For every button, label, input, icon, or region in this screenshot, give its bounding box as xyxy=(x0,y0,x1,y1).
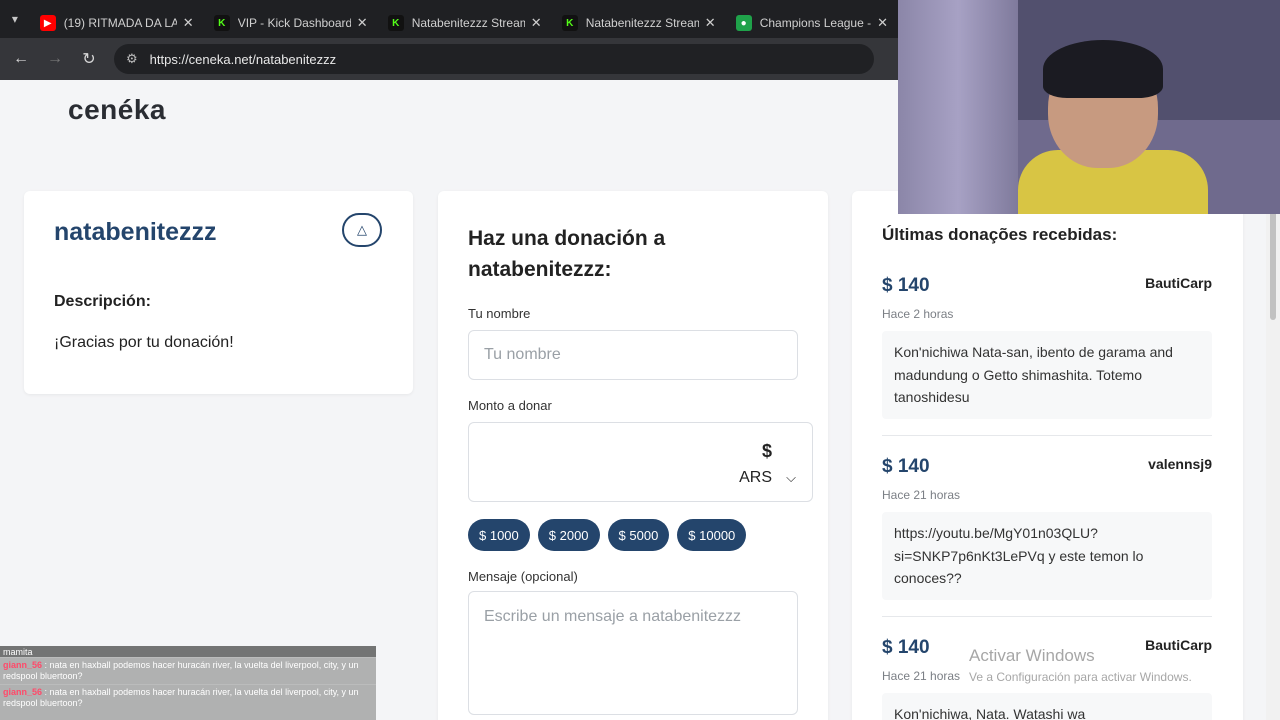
preset-button-2000[interactable]: $ 2000 xyxy=(537,519,600,551)
donation-form-card: Haz una donación a natabenitezzz: Tu nom… xyxy=(438,191,828,720)
message-label: Mensaje (opcional) xyxy=(468,569,578,584)
tab-title: (19) RITMADA DA LA xyxy=(63,16,177,30)
donation-amount: $ 140 xyxy=(882,456,930,477)
site-settings-icon[interactable]: ⚙ xyxy=(126,51,138,67)
donation-title: Haz una donación a natabenitezzz: xyxy=(468,227,666,281)
windows-watermark-title: Activar Windows xyxy=(969,646,1095,665)
preset-amounts: $ 1000 $ 2000 $ 5000 $ 10000 xyxy=(468,519,747,551)
kick-icon: K xyxy=(213,15,230,31)
tab-title: Champions League - xyxy=(759,16,872,30)
tab-title: VIP - Kick Dashboard xyxy=(237,16,351,30)
donation-time: Hace 21 horas xyxy=(882,488,961,502)
kick-icon: K xyxy=(561,15,578,31)
name-placeholder: Tu nombre xyxy=(484,346,561,363)
donation-message: Kon'nichiwa, Nata. Watashi wa xyxy=(882,693,1212,720)
tab-stream-1[interactable]: K Natabenitezzz Stream ✕ xyxy=(378,8,552,38)
back-arrow-icon[interactable]: ← xyxy=(4,42,38,76)
tab-search-chevron-icon[interactable]: ▾ xyxy=(0,0,30,38)
kick-icon: K xyxy=(387,15,404,31)
amount-input[interactable]: $ ARS ⌵ xyxy=(468,422,813,502)
reload-icon[interactable]: ↻ xyxy=(72,42,106,76)
chevron-down-icon[interactable]: ⌵ xyxy=(786,470,796,486)
triangle-alert-icon[interactable]: △ xyxy=(342,213,382,247)
webcam-overlay xyxy=(898,0,1280,214)
close-icon[interactable]: ✕ xyxy=(183,15,194,31)
preset-button-10000[interactable]: $ 10000 xyxy=(677,519,747,551)
name-input[interactable]: Tu nombre xyxy=(468,330,798,380)
profile-card: natabenitezzz △ Descripción: ¡Gracias po… xyxy=(24,191,413,394)
donation-amount: $ 140 xyxy=(882,637,930,658)
close-icon[interactable]: ✕ xyxy=(877,15,888,31)
close-icon[interactable]: ✕ xyxy=(357,15,368,31)
browser-toolbar: ← → ↻ ⚙ https://ceneka.net/natabenitezzz xyxy=(0,38,898,80)
profile-username: natabenitezzz xyxy=(54,218,217,246)
recent-donations-card: Últimas donações recebidas: $ 140 BautiC… xyxy=(852,191,1243,720)
tab-title: Natabenitezzz Stream xyxy=(411,16,525,30)
chat-username: giann_56 xyxy=(3,660,43,670)
description-text: ¡Gracias por tu donación! xyxy=(54,334,234,351)
donor-name: BautiCarp xyxy=(1145,275,1212,291)
message-textarea[interactable]: Escribe un mensaje a natabenitezzz xyxy=(468,591,798,715)
preset-button-1000[interactable]: $ 1000 xyxy=(468,519,530,551)
chat-message: giann_56 : nata en haxball podemos hacer… xyxy=(0,684,376,711)
chat-username: giann_56 xyxy=(3,687,43,697)
recent-donations-title: Últimas donações recebidas: xyxy=(882,225,1118,244)
chat-text: : nata en haxball podemos hacer huracán … xyxy=(3,687,359,708)
stream-chat-overlay: mamita giann_56 : nata en haxball podemo… xyxy=(0,646,376,720)
webcam-person-hair xyxy=(1043,40,1163,98)
donation-message: https://youtu.be/MgY01n03QLU?si=SNKP7p6n… xyxy=(882,512,1212,600)
message-placeholder: Escribe un mensaje a natabenitezzz xyxy=(484,608,742,625)
youtube-icon: ▶ xyxy=(39,15,56,31)
divider xyxy=(882,616,1212,617)
amount-label: Monto a donar xyxy=(468,398,552,413)
currency-select[interactable]: ARS xyxy=(739,469,772,487)
chat-message: giann_56 : nata en haxball podemos hacer… xyxy=(0,657,376,684)
description-label: Descripción: xyxy=(54,293,151,310)
chat-text: : nata en haxball podemos hacer huracán … xyxy=(3,660,359,681)
url-text: https://ceneka.net/natabenitezzz xyxy=(149,51,337,67)
donor-name: BautiCarp xyxy=(1145,637,1212,653)
close-icon[interactable]: ✕ xyxy=(705,15,716,31)
windows-watermark-subtitle: Ve a Configuración para activar Windows. xyxy=(969,670,1192,684)
football-icon: ● xyxy=(735,15,752,31)
preset-button-5000[interactable]: $ 5000 xyxy=(607,519,670,551)
tab-title: Natabenitezzz Stream xyxy=(585,16,699,30)
webcam-curtain xyxy=(898,0,1018,214)
address-bar[interactable]: ⚙ https://ceneka.net/natabenitezzz xyxy=(114,44,874,74)
divider xyxy=(882,435,1212,436)
donor-name: valennsj9 xyxy=(1148,456,1212,472)
currency-symbol: $ xyxy=(761,441,772,461)
name-label: Tu nombre xyxy=(468,306,531,321)
browser-tab-bar: ▾ ▶ (19) RITMADA DA LA ✕ K VIP - Kick Da… xyxy=(0,0,898,38)
forward-arrow-icon[interactable]: → xyxy=(38,42,72,76)
donation-time: Hace 21 horas xyxy=(882,669,961,683)
tab-champions[interactable]: ● Champions League - ✕ xyxy=(726,8,898,38)
close-icon[interactable]: ✕ xyxy=(531,15,542,31)
chat-header: mamita xyxy=(0,646,376,657)
donation-time: Hace 2 horas xyxy=(882,307,954,321)
site-logo[interactable]: cenéka xyxy=(68,94,166,126)
tab-youtube[interactable]: ▶ (19) RITMADA DA LA ✕ xyxy=(30,8,204,38)
tab-kick-dashboard[interactable]: K VIP - Kick Dashboard ✕ xyxy=(204,8,378,38)
donation-amount: $ 140 xyxy=(882,275,930,296)
donation-message: Kon'nichiwa Nata-san, ibento de garama a… xyxy=(882,331,1212,419)
tab-stream-2[interactable]: K Natabenitezzz Stream ✕ xyxy=(552,8,726,38)
